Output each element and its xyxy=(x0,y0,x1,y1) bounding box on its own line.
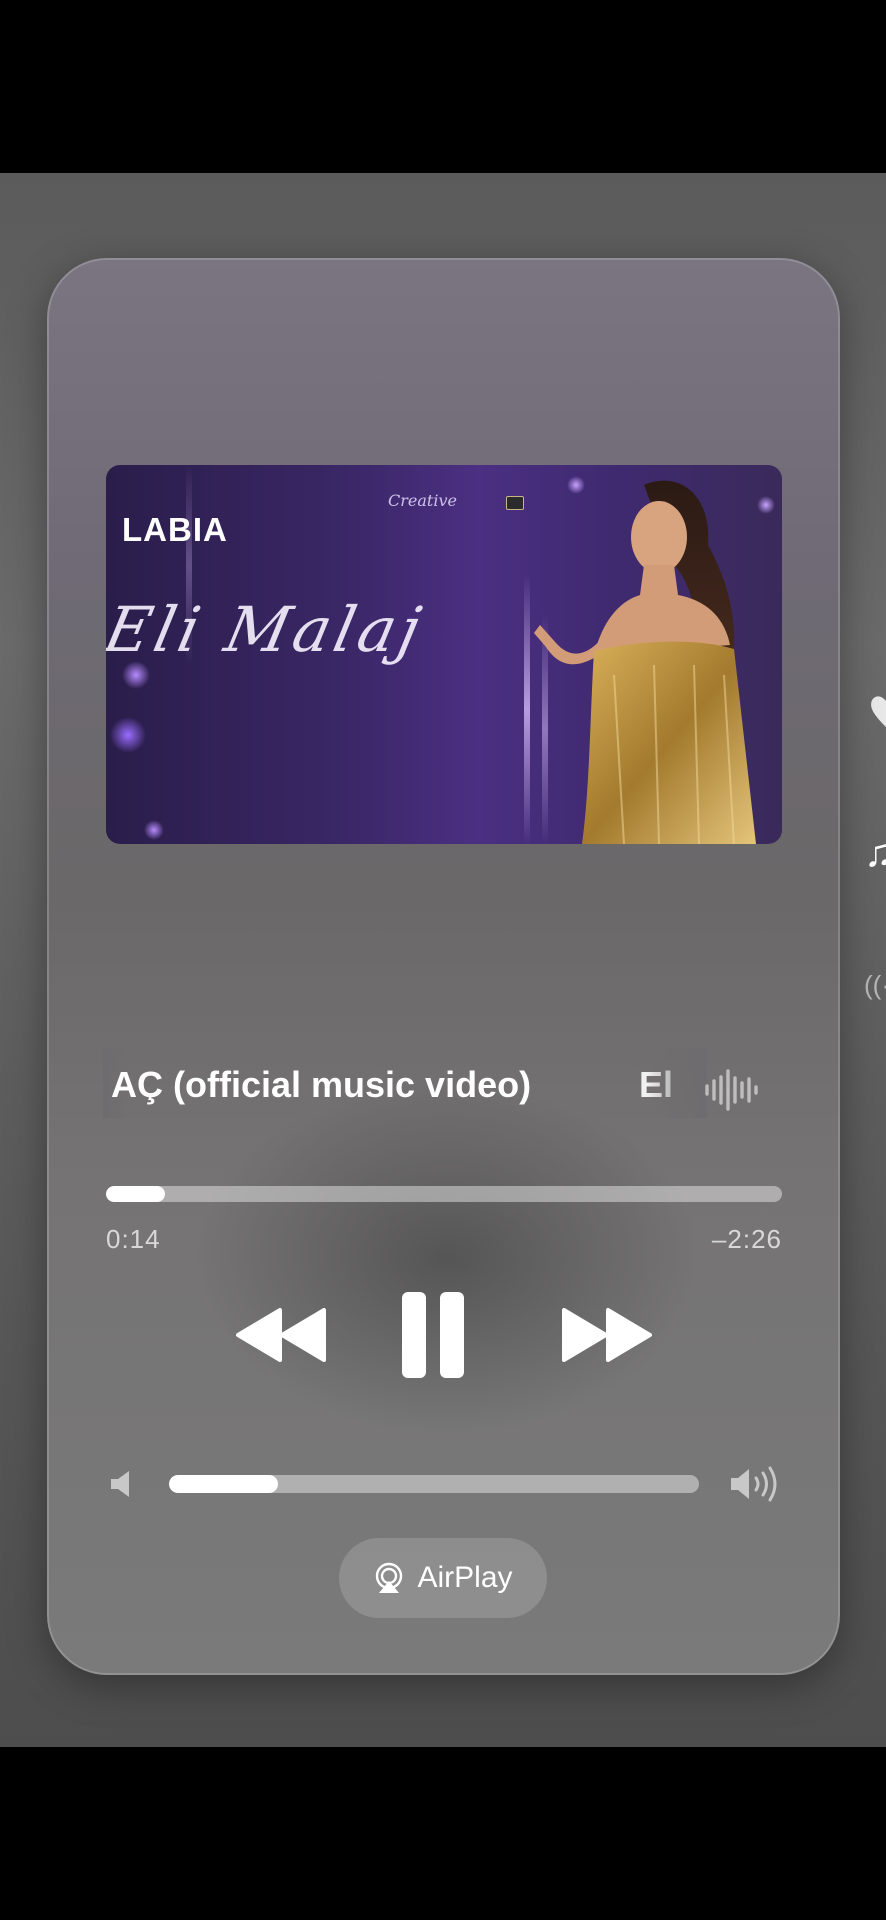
title-fade-right xyxy=(647,1048,707,1118)
volume-slider[interactable] xyxy=(169,1475,699,1493)
airplay-icon xyxy=(376,1562,403,1593)
album-artwork: Creative LABIA Eli Malaj xyxy=(106,465,782,844)
rewind-button[interactable] xyxy=(234,1306,328,1364)
artwork-script-title: Eli Malaj xyxy=(106,593,431,666)
screen: ♫ ((· Creative LABIA Eli Malaj xyxy=(0,0,886,1920)
fast-forward-icon xyxy=(562,1308,652,1362)
volume-fill xyxy=(169,1475,278,1493)
playback-progress-fill xyxy=(106,1186,166,1202)
artwork-logo: LABIA xyxy=(122,511,228,548)
pause-icon xyxy=(402,1292,464,1378)
music-note-icon[interactable]: ♫ xyxy=(864,833,886,873)
speaker-high-icon xyxy=(731,1466,777,1502)
airplay-label: AirPlay xyxy=(417,1561,513,1594)
forward-button[interactable] xyxy=(560,1306,654,1364)
now-playing-card: Creative LABIA Eli Malaj AÇ (official mu… xyxy=(47,258,840,1675)
singer-figure xyxy=(534,480,756,844)
brand-watermark: Creative xyxy=(388,491,457,510)
broadcast-icon[interactable]: ((· xyxy=(864,972,886,998)
elapsed-time: 0:14 xyxy=(106,1224,161,1254)
playback-progress-bar[interactable] xyxy=(106,1186,782,1202)
speaker-low-icon xyxy=(111,1471,129,1497)
remaining-time: –2:26 xyxy=(711,1224,782,1254)
track-title[interactable]: AÇ (official music video) xyxy=(111,1064,531,1106)
pause-button[interactable] xyxy=(400,1290,466,1380)
rewind-icon xyxy=(236,1308,326,1362)
airplay-button[interactable]: AirPlay xyxy=(339,1538,547,1618)
waveform-icon[interactable] xyxy=(704,1069,760,1111)
heart-icon[interactable] xyxy=(868,693,886,733)
